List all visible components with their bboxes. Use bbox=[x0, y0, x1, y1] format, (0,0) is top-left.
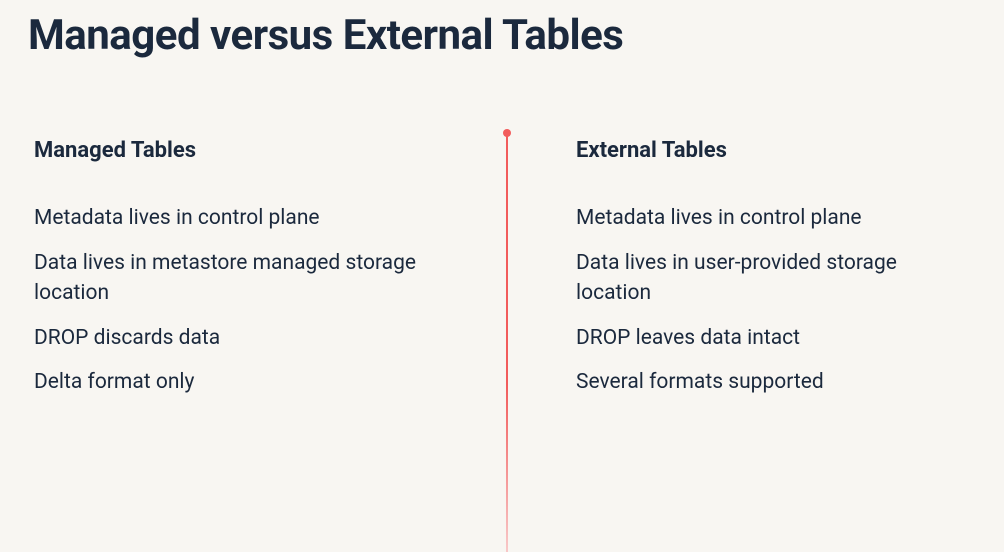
list-item: Several formats supported bbox=[576, 367, 956, 397]
managed-tables-heading: Managed Tables bbox=[34, 138, 422, 163]
list-item: Delta format only bbox=[34, 367, 422, 397]
external-tables-column: External Tables Metadata lives in contro… bbox=[502, 138, 976, 411]
external-tables-heading: External Tables bbox=[576, 138, 956, 163]
comparison-columns: Managed Tables Metadata lives in control… bbox=[28, 138, 976, 411]
list-item: Data lives in metastore managed storage … bbox=[34, 248, 422, 309]
list-item: Metadata lives in control plane bbox=[576, 203, 956, 233]
list-item: Data lives in user-provided storage loca… bbox=[576, 248, 956, 309]
list-item: DROP leaves data intact bbox=[576, 323, 956, 353]
list-item: DROP discards data bbox=[34, 323, 422, 353]
page-title: Managed versus External Tables bbox=[28, 12, 976, 60]
managed-tables-column: Managed Tables Metadata lives in control… bbox=[28, 138, 502, 411]
list-item: Metadata lives in control plane bbox=[34, 203, 422, 233]
column-divider bbox=[506, 132, 508, 552]
